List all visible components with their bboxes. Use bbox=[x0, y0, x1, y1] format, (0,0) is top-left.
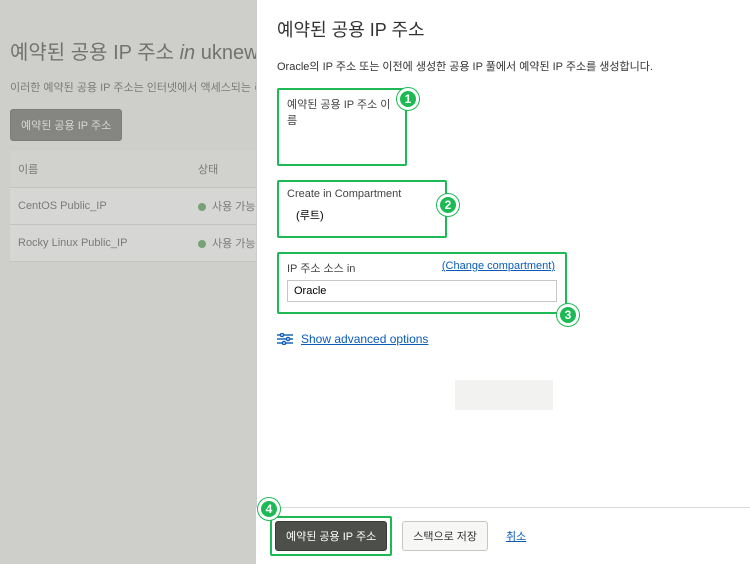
panel-desc: Oracle의 IP 주소 또는 이전에 생성한 공용 IP 풀에서 예약된 I… bbox=[277, 58, 730, 74]
source-input[interactable] bbox=[287, 280, 557, 302]
status-dot-icon bbox=[198, 203, 206, 211]
compartment-label: Create in Compartment bbox=[287, 188, 437, 200]
step-badge-1: 1 bbox=[397, 88, 419, 110]
status-dot-icon bbox=[198, 240, 206, 248]
name-label: 예약된 공용 IP 주소 이름 bbox=[287, 96, 397, 128]
cell-name: Rocky Linux Public_IP bbox=[10, 225, 190, 262]
step-badge-4: 4 bbox=[258, 498, 280, 520]
col-name: 이름 bbox=[10, 151, 190, 188]
step-badge-3: 3 bbox=[557, 304, 579, 326]
save-as-stack-button[interactable]: 스택으로 저장 bbox=[402, 521, 488, 551]
name-input[interactable] bbox=[287, 132, 397, 154]
change-compartment-link[interactable]: (Change compartment) bbox=[442, 260, 555, 272]
step-badge-2: 2 bbox=[437, 194, 459, 216]
placeholder-image bbox=[455, 380, 553, 410]
compartment-input[interactable] bbox=[287, 204, 437, 226]
sliders-icon bbox=[277, 333, 293, 345]
compartment-field-box: Create in Compartment 2 bbox=[277, 180, 447, 238]
name-field-box: 예약된 공용 IP 주소 이름 1 bbox=[277, 88, 407, 166]
page-title-in: in bbox=[180, 42, 196, 64]
reserved-ip-list-button[interactable]: 예약된 공용 IP 주소 bbox=[10, 109, 122, 141]
cancel-link[interactable]: 취소 bbox=[506, 528, 526, 544]
status-text: 사용 가능 bbox=[212, 238, 256, 250]
advanced-options-link[interactable]: Show advanced options bbox=[301, 332, 428, 346]
page-title-suffix: uknew bbox=[195, 42, 258, 64]
advanced-row: Show advanced options bbox=[277, 332, 730, 346]
action-bar: 예약된 공용 IP 주소 4 스택으로 저장 취소 bbox=[256, 507, 750, 564]
panel-title: 예약된 공용 IP 주소 bbox=[277, 16, 730, 42]
primary-highlight: 예약된 공용 IP 주소 4 bbox=[270, 516, 392, 556]
page-title-prefix: 예약된 공용 IP 주소 bbox=[10, 42, 180, 64]
create-reserved-ip-button[interactable]: 예약된 공용 IP 주소 bbox=[275, 521, 387, 551]
create-ip-panel: 예약된 공용 IP 주소 Oracle의 IP 주소 또는 이전에 생성한 공용… bbox=[256, 0, 750, 564]
status-text: 사용 가능 bbox=[212, 201, 256, 213]
cell-name: CentOS Public_IP bbox=[10, 188, 190, 225]
source-field-box: IP 주소 소스 in (Change compartment) 3 bbox=[277, 252, 567, 314]
